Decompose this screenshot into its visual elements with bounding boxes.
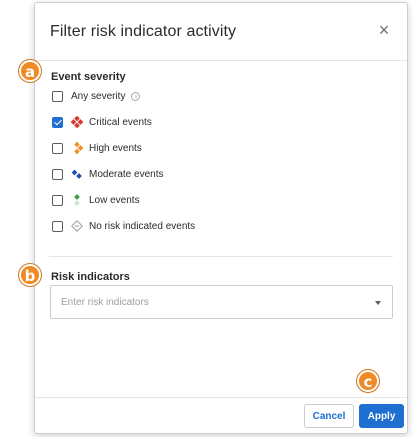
info-icon: i bbox=[131, 91, 141, 101]
section-divider bbox=[49, 256, 393, 257]
option-label: High events bbox=[89, 142, 142, 154]
option-label: Moderate events bbox=[89, 168, 164, 180]
checkbox-moderate-events[interactable] bbox=[52, 168, 63, 180]
cancel-button[interactable]: Cancel bbox=[304, 404, 354, 428]
no-risk-icon bbox=[71, 220, 83, 232]
checkbox-any-severity[interactable] bbox=[52, 90, 63, 102]
option-any-severity[interactable]: Any severity i bbox=[52, 88, 141, 104]
apply-button[interactable]: Apply bbox=[359, 404, 404, 428]
option-critical-events[interactable]: Critical events bbox=[52, 114, 152, 130]
filter-dialog: Filter risk indicator activity × Event s… bbox=[34, 2, 408, 434]
callout-marker-c: c bbox=[357, 370, 379, 392]
chevron-down-icon[interactable] bbox=[375, 301, 381, 305]
checkbox-low-events[interactable] bbox=[52, 194, 63, 206]
risk-indicators-placeholder: Enter risk indicators bbox=[61, 297, 149, 308]
high-severity-icon bbox=[74, 142, 83, 154]
option-no-risk-events[interactable]: No risk indicated events bbox=[52, 218, 195, 234]
risk-indicators-label: Risk indicators bbox=[51, 271, 130, 283]
checkbox-high-events[interactable] bbox=[52, 142, 63, 154]
critical-severity-icon bbox=[71, 116, 83, 128]
option-label: Low events bbox=[89, 194, 140, 206]
option-low-events[interactable]: Low events bbox=[52, 192, 140, 208]
option-label: Any severity bbox=[71, 90, 126, 102]
event-severity-label: Event severity bbox=[51, 71, 126, 83]
dialog-title: Filter risk indicator activity bbox=[50, 23, 237, 40]
low-severity-icon bbox=[74, 194, 80, 206]
dialog-header: Filter risk indicator activity × bbox=[35, 3, 407, 61]
option-high-events[interactable]: High events bbox=[52, 140, 142, 156]
close-icon[interactable]: × bbox=[375, 21, 393, 39]
dialog-footer: Cancel Apply bbox=[35, 397, 407, 433]
option-label: No risk indicated events bbox=[89, 220, 196, 232]
option-label: Critical events bbox=[89, 116, 152, 128]
checkbox-critical-events[interactable] bbox=[52, 116, 63, 128]
checkbox-no-risk-events[interactable] bbox=[52, 220, 63, 232]
callout-marker-b: b bbox=[19, 264, 41, 286]
option-moderate-events[interactable]: Moderate events bbox=[52, 166, 164, 182]
callout-marker-a: a bbox=[19, 60, 41, 82]
moderate-severity-icon bbox=[71, 169, 82, 179]
risk-indicators-select[interactable]: Enter risk indicators bbox=[50, 285, 393, 319]
